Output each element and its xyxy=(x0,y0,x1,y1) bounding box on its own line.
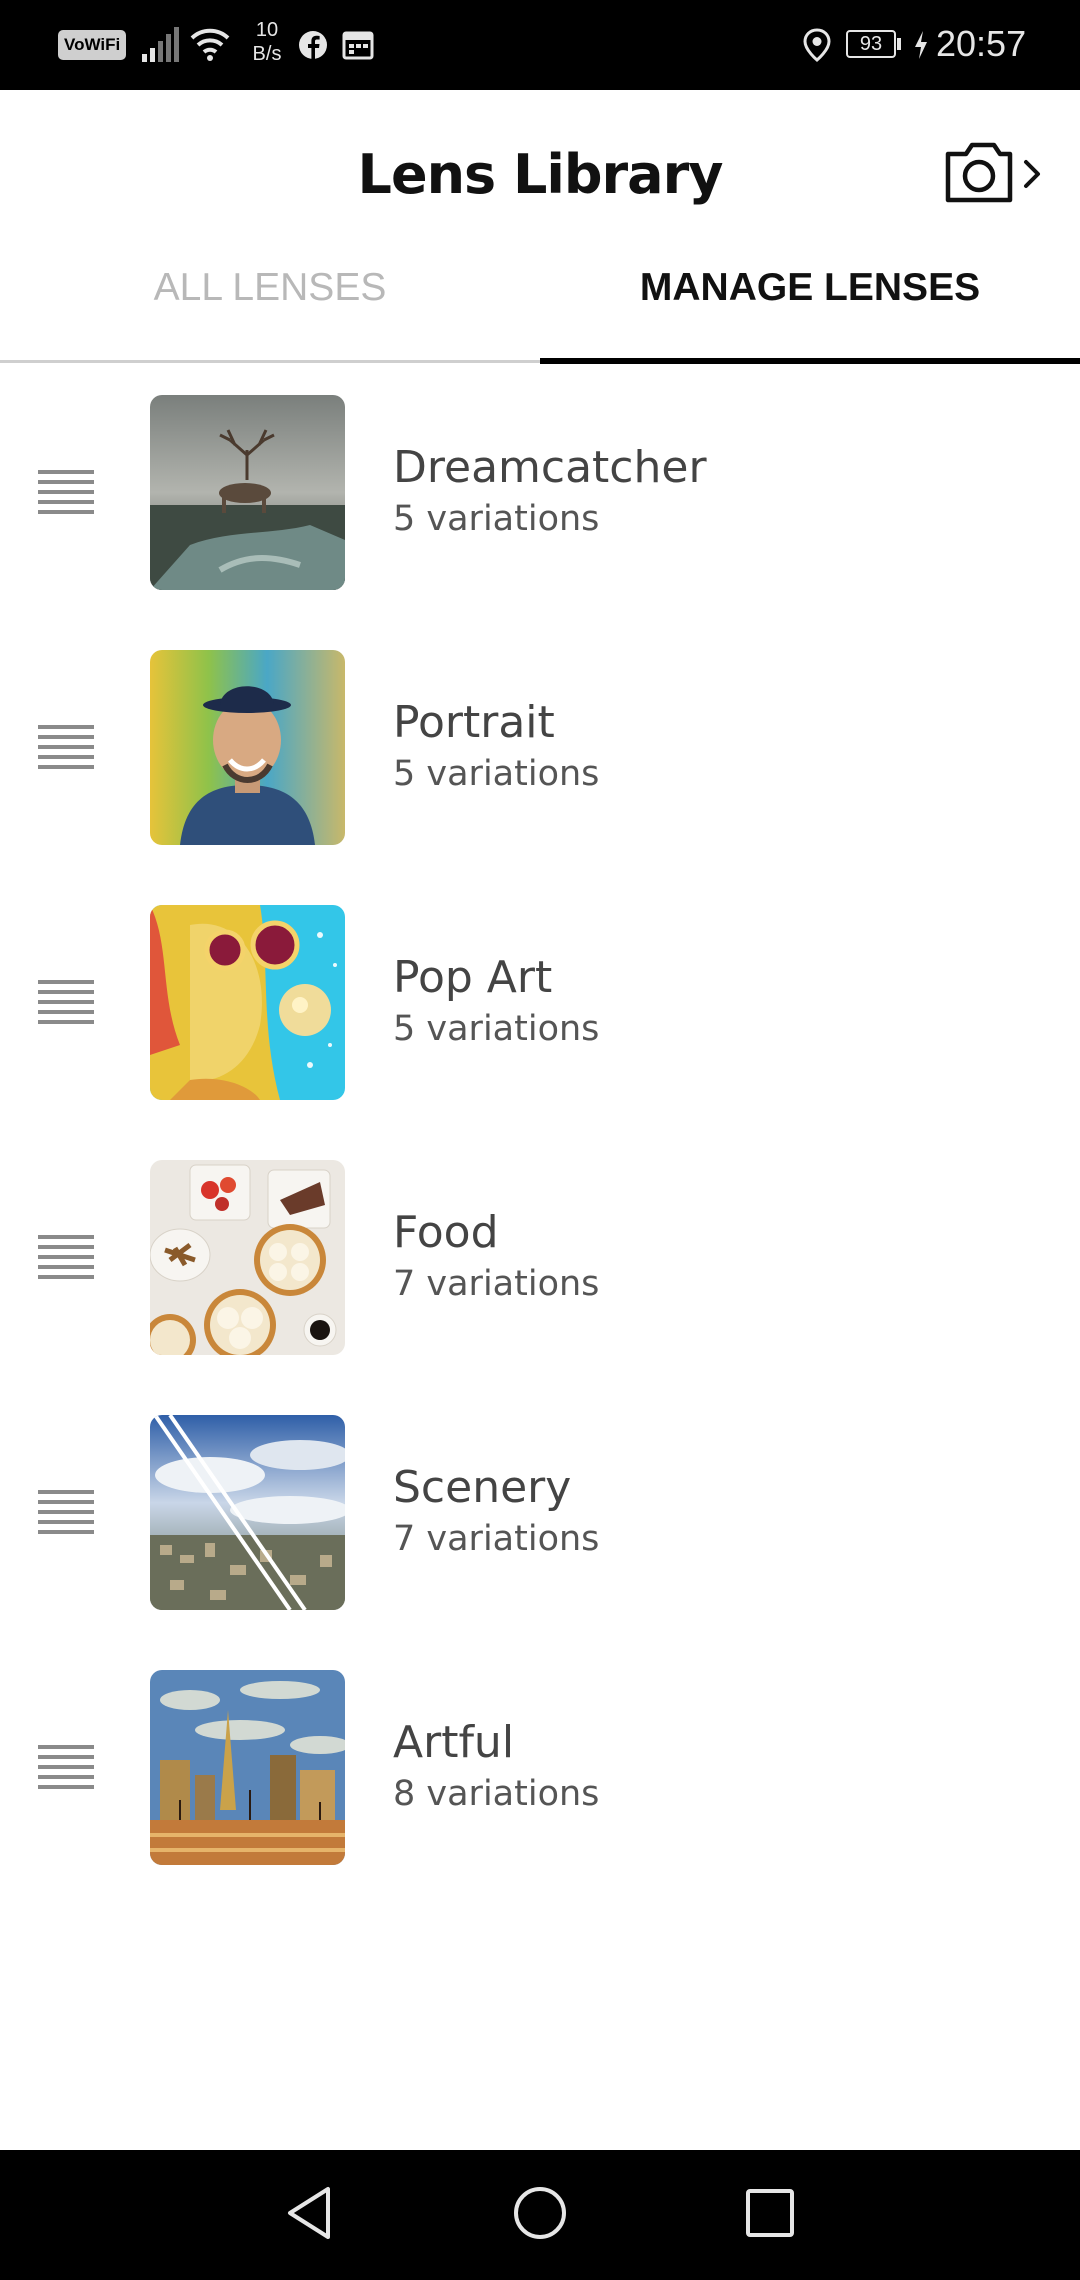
charging-icon xyxy=(912,30,930,65)
lens-thumbnail-food[interactable] xyxy=(150,1160,345,1355)
lens-thumbnail-portrait[interactable] xyxy=(150,650,345,845)
lens-variations: 8 variations xyxy=(393,1774,600,1814)
lens-variations: 7 variations xyxy=(393,1519,600,1559)
lens-item-food[interactable]: Food 7 variations xyxy=(0,1129,1080,1384)
network-speed-value: 10 xyxy=(255,19,279,41)
lens-name: Dreamcatcher xyxy=(393,442,707,493)
network-speed-unit: B/s xyxy=(252,43,282,65)
wifi-icon xyxy=(188,24,232,69)
lens-name: Scenery xyxy=(393,1462,572,1513)
tab-all-lenses[interactable]: ALL LENSES xyxy=(0,240,540,366)
navigation-bar xyxy=(0,2150,1080,2280)
clock: 20:57 xyxy=(936,23,1027,64)
home-circle-icon xyxy=(514,2187,566,2239)
location-icon xyxy=(802,28,832,67)
lens-name: Portrait xyxy=(393,697,555,748)
tab-divider xyxy=(0,360,540,363)
drag-handle-icon[interactable] xyxy=(38,725,94,769)
lens-item-dreamcatcher[interactable]: Dreamcatcher 5 variations xyxy=(0,364,1080,619)
lens-variations: 7 variations xyxy=(393,1264,600,1304)
drag-handle-icon[interactable] xyxy=(38,470,94,514)
battery-tip xyxy=(897,38,901,50)
battery-icon: 93 xyxy=(846,30,896,58)
lens-thumbnail-pop-art[interactable] xyxy=(150,905,345,1100)
drag-handle-icon[interactable] xyxy=(38,1490,94,1534)
lens-item-artful[interactable]: Artful 8 variations xyxy=(0,1639,1080,1894)
lens-item-pop-art[interactable]: Pop Art 5 variations xyxy=(0,874,1080,1129)
tab-manage-lenses[interactable]: MANAGE LENSES xyxy=(540,240,1080,366)
recents-button[interactable] xyxy=(740,2183,800,2248)
lens-list: Dreamcatcher 5 variations Portrait 5 var… xyxy=(0,364,1080,1894)
lens-variations: 5 variations xyxy=(393,1009,600,1049)
calendar-icon xyxy=(342,30,374,65)
lens-thumbnail-scenery[interactable] xyxy=(150,1415,345,1610)
signal-icon xyxy=(140,24,180,69)
back-triangle-icon xyxy=(288,2187,330,2239)
back-button[interactable] xyxy=(280,2183,340,2248)
network-speed: 10 B/s xyxy=(244,18,290,66)
recents-square-icon xyxy=(746,2189,794,2237)
tab-bar: ALL LENSES MANAGE LENSES xyxy=(0,240,1080,366)
lens-name: Food xyxy=(393,1207,499,1258)
lens-name: Artful xyxy=(393,1717,515,1768)
drag-handle-icon[interactable] xyxy=(38,1235,94,1279)
lens-variations: 5 variations xyxy=(393,754,600,794)
lens-thumbnail-artful[interactable] xyxy=(150,1670,345,1865)
lens-thumbnail-dreamcatcher[interactable] xyxy=(150,395,345,590)
lens-item-scenery[interactable]: Scenery 7 variations xyxy=(0,1384,1080,1639)
drag-handle-icon[interactable] xyxy=(38,1745,94,1789)
status-bar: VoWiFi 10 B/s 93 20:57 xyxy=(0,0,1080,90)
page-title: Lens Library xyxy=(357,143,724,206)
facebook-icon xyxy=(298,30,328,65)
vowifi-icon: VoWiFi xyxy=(58,30,127,60)
drag-handle-icon[interactable] xyxy=(38,980,94,1024)
camera-icon xyxy=(945,142,1040,203)
home-button[interactable] xyxy=(510,2183,570,2248)
lens-item-portrait[interactable]: Portrait 5 variations xyxy=(0,619,1080,874)
lens-variations: 5 variations xyxy=(393,499,600,539)
lens-name: Pop Art xyxy=(393,952,553,1003)
camera-button[interactable] xyxy=(944,142,1054,204)
